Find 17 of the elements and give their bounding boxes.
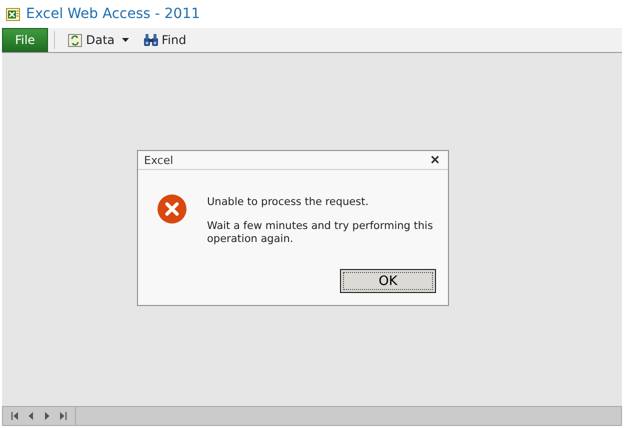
file-button[interactable]: File xyxy=(2,28,48,52)
previous-sheet-icon[interactable] xyxy=(27,411,35,421)
message-text: Unable to process the request. xyxy=(207,196,370,209)
next-sheet-icon[interactable] xyxy=(43,411,51,421)
message-text: Wait a few minutes and try performing this operation again. xyxy=(207,220,434,246)
data-button[interactable]: Data xyxy=(63,29,133,51)
first-sheet-icon[interactable] xyxy=(11,411,19,421)
spreadsheet-icon xyxy=(6,8,20,20)
error-icon xyxy=(157,194,187,224)
find-button[interactable]: Find xyxy=(138,29,190,51)
dialog-title: Excel xyxy=(144,154,174,166)
close-button[interactable]: ✕ xyxy=(428,153,442,167)
window-title: Excel Web Access - 2011 xyxy=(26,6,200,22)
last-sheet-icon[interactable] xyxy=(59,411,67,421)
refresh-icon xyxy=(67,32,83,48)
ok-button[interactable]: OK xyxy=(340,269,436,293)
binoculars-icon xyxy=(142,33,159,47)
